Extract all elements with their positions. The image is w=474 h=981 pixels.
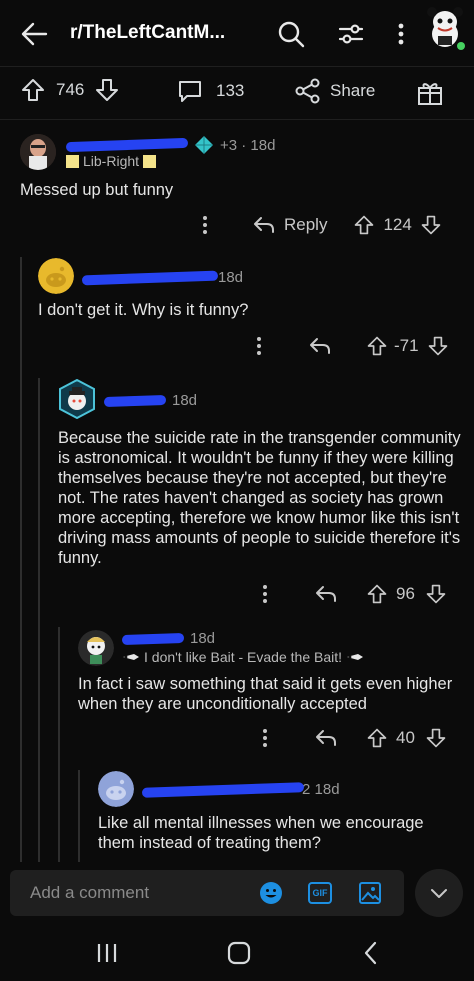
nft-avatar[interactable] <box>58 379 96 419</box>
user-flair: I don't like Bait - Evade the Bait! <box>122 649 364 665</box>
post-vote-group: 746 <box>20 77 120 103</box>
snoo-avatar[interactable] <box>38 258 74 294</box>
comment-meta: 18d <box>103 392 198 409</box>
comment-awards-time: +3 · 18d <box>220 136 276 154</box>
snoo-avatar[interactable] <box>78 630 114 666</box>
upvote-icon[interactable] <box>366 335 388 357</box>
post-action-bar: 746 133 Share <box>0 66 474 120</box>
upvote-icon[interactable] <box>366 727 388 749</box>
comment-body: I don't get it. Why is it funny? <box>38 301 249 319</box>
more-icon[interactable] <box>198 213 212 237</box>
comment-score: 96 <box>396 584 415 603</box>
comment-meta: 2 18d <box>141 781 340 798</box>
redacted-username <box>65 137 189 153</box>
redacted-username <box>81 270 219 285</box>
comment-bubble-icon <box>179 81 201 102</box>
comment-actions: -71 <box>252 334 449 358</box>
downvote-icon[interactable] <box>425 583 447 605</box>
recent-apps-icon[interactable] <box>94 940 120 966</box>
downvote-icon[interactable] <box>420 214 442 236</box>
comment-actions: 96 <box>258 582 447 606</box>
redacted-username <box>141 781 305 798</box>
emoji-icon[interactable] <box>259 881 283 905</box>
system-back-icon[interactable] <box>358 940 384 966</box>
comment-time: 2 18d <box>302 781 340 798</box>
upvote-icon[interactable] <box>366 583 388 605</box>
more-icon[interactable] <box>258 582 272 606</box>
comment-body: In fact i saw something that said it get… <box>78 675 453 713</box>
gif-button[interactable]: GIF <box>308 882 332 904</box>
flair-text: Lib-Right <box>83 153 140 169</box>
thread-line <box>58 627 60 862</box>
diamond-award-icon <box>195 136 213 154</box>
share-label: Share <box>330 81 376 100</box>
comments-count: 133 <box>216 81 245 100</box>
comment-body: Messed up but funny <box>20 181 174 199</box>
downvote-icon[interactable] <box>94 77 120 103</box>
comment-meta: 18d <box>121 630 216 647</box>
thread-line <box>20 257 22 862</box>
award-gift-icon[interactable] <box>416 79 444 107</box>
upvote-icon[interactable] <box>353 214 375 236</box>
comment-score: 124 <box>383 215 412 234</box>
flair-text: I don't like Bait - Evade the Bait! <box>144 649 343 665</box>
flair-square-icon <box>143 154 157 168</box>
redacted-username <box>103 394 167 407</box>
user-photo-avatar <box>20 134 56 170</box>
comment-actions: 40 <box>258 726 447 750</box>
post-score: 746 <box>56 80 85 99</box>
comment-time: 18d <box>172 392 198 409</box>
subreddit-title[interactable]: r/TheLeftCantM... <box>70 22 225 44</box>
thread-line <box>78 770 80 862</box>
share-button[interactable]: Share <box>294 77 375 105</box>
downvote-icon[interactable] <box>425 727 447 749</box>
comment-time: 18d <box>218 269 244 286</box>
profile-avatar[interactable] <box>424 4 466 52</box>
comment-body: Because the suicide rate in the transgen… <box>58 429 461 567</box>
fishing-hook-emoji-icon <box>123 654 139 660</box>
comment-time: 18d <box>190 630 216 647</box>
fishing-hook-emoji-icon <box>347 654 364 660</box>
comment-score: -71 <box>394 336 419 355</box>
system-nav-bar <box>0 925 474 981</box>
reply-arrow-icon[interactable] <box>314 582 338 606</box>
share-icon <box>295 78 320 104</box>
search-icon[interactable] <box>276 19 306 49</box>
reply-button[interactable]: Reply <box>284 215 327 235</box>
home-icon[interactable] <box>226 940 252 966</box>
more-icon[interactable] <box>258 726 272 750</box>
reply-arrow-icon[interactable] <box>308 334 332 358</box>
image-icon[interactable] <box>358 881 382 905</box>
reply-arrow-icon[interactable] <box>252 213 276 237</box>
sort-icon[interactable] <box>336 19 366 49</box>
comment-body: Like all mental illnesses when we encour… <box>98 814 424 852</box>
flair-square-icon <box>66 154 79 168</box>
comment-avatar[interactable] <box>20 134 56 170</box>
comment-actions: Reply 124 <box>198 213 442 237</box>
scroll-down-button[interactable] <box>415 869 463 917</box>
downvote-icon[interactable] <box>427 335 449 357</box>
more-icon[interactable] <box>252 334 266 358</box>
thread-line <box>38 378 40 862</box>
upvote-icon[interactable] <box>20 77 46 103</box>
chevron-down-icon <box>431 889 447 898</box>
reply-arrow-icon[interactable] <box>314 726 338 750</box>
more-icon[interactable] <box>386 19 416 49</box>
comments-count-button[interactable]: 133 <box>176 77 244 105</box>
user-flair: Lib-Right <box>66 153 157 169</box>
composer-placeholder[interactable]: Add a comment <box>30 883 149 903</box>
top-bar: r/TheLeftCantM... <box>0 0 474 66</box>
comment-meta: 18d <box>81 269 244 286</box>
snoo-avatar[interactable] <box>98 771 134 807</box>
redacted-username <box>121 632 185 645</box>
comment-composer[interactable]: Add a comment GIF <box>10 870 404 916</box>
comment-meta: +3 · 18d <box>65 135 276 155</box>
back-arrow-icon[interactable] <box>18 18 50 50</box>
comment-score: 40 <box>396 728 415 747</box>
